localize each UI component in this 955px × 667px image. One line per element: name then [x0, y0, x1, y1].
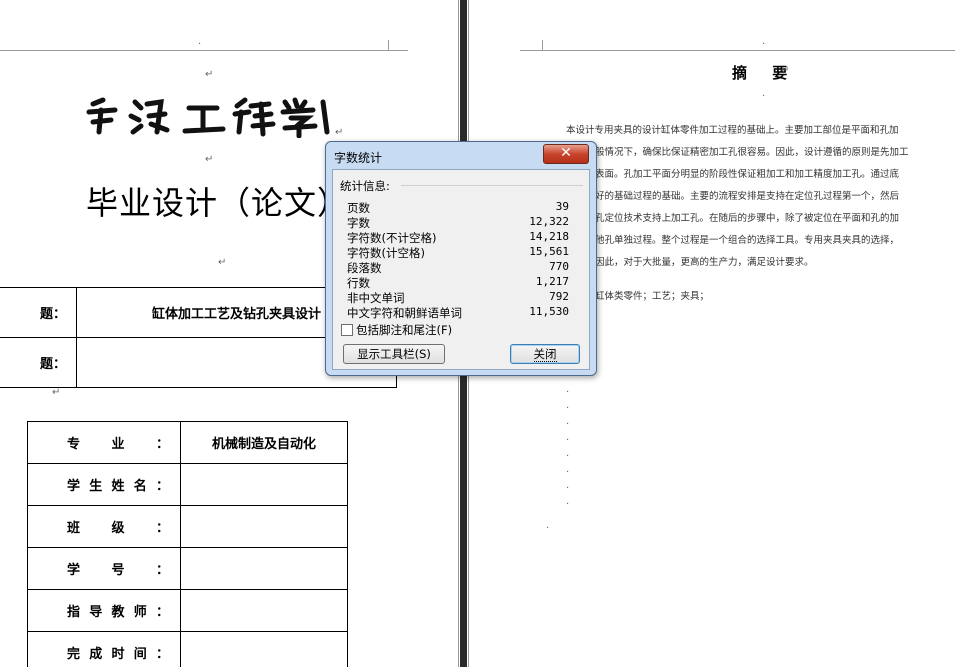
table-row: 学生姓名： — [27, 463, 348, 506]
crop-mark — [388, 50, 408, 51]
crop-mark — [0, 50, 388, 51]
stat-name: 字数 — [347, 216, 370, 230]
table-row: 班级： — [27, 505, 348, 548]
paragraph-mark: · — [566, 467, 570, 478]
close-button-label: 关闭 — [533, 347, 557, 362]
abstract-line: 本设计专用夹具的设计缸体零件加工过程的基础上。主要加工部位是平面和孔加 — [566, 125, 899, 136]
major-value[interactable]: 机械制造及自动化 — [180, 421, 348, 464]
dialog-body: 统计信息: 页数 39 字数 12,322 字符数(不计空格) 14,218 字符数(… — [332, 169, 590, 370]
stat-value: 11,530 — [529, 305, 569, 318]
stat-name: 非中文单词 — [347, 291, 405, 305]
paragraph-mark: · — [566, 403, 570, 414]
close-x-button[interactable]: ✕ — [543, 144, 589, 164]
stat-row-paragraphs: 段落数 770 — [347, 260, 569, 275]
advisor-label: 指导教师： — [67, 605, 169, 620]
stat-row-pages: 页数 39 — [347, 200, 569, 215]
class-value[interactable] — [180, 505, 348, 548]
paragraph-mark: ↵ — [52, 387, 61, 398]
abstract-line: 孔定位技术支持上加工孔。在随后的步骤中，除了被定位在平面和孔的加 — [595, 213, 900, 224]
paragraph-mark: · — [762, 39, 766, 50]
abstract-line: 表面。孔加工平面分明显的阶段性保证粗加工和加工精度加工孔。通过底 — [595, 169, 900, 180]
stat-name: 中文字符和朝鲜语单词 — [347, 306, 462, 320]
student-id-value[interactable] — [180, 547, 348, 590]
stat-value: 15,561 — [529, 245, 569, 258]
stat-value: 14,218 — [529, 230, 569, 243]
abstract-line: 好的基础过程的基础。主要的流程安排是支持在定位孔过程第一个，然后 — [595, 191, 900, 202]
stat-value: 1,217 — [535, 275, 569, 288]
show-toolbar-button[interactable]: 显示工具栏(S) — [343, 344, 445, 364]
stat-value: 12,322 — [529, 215, 569, 228]
completion-time-label: 完成时间： — [67, 647, 169, 662]
stat-row-cjk-words: 中文字符和朝鲜语单词 11,530 — [347, 305, 569, 320]
student-name-label: 学生姓名： — [67, 479, 169, 494]
stat-row-words: 字数 12,322 — [347, 215, 569, 230]
table-row: 学号： — [27, 547, 348, 590]
paragraph-mark: ↵ — [218, 257, 227, 268]
stat-value: 792 — [549, 290, 569, 303]
table-row: 完成时间： — [27, 631, 348, 667]
paragraph-mark: ↵ — [205, 154, 214, 165]
paragraph-mark: · — [566, 435, 570, 446]
paragraph-mark: ↵ — [335, 127, 344, 138]
student-info-table: 专业： 机械制造及自动化 学生姓名： 班级： 学号： 指导教师： 完成时间： — [27, 421, 348, 667]
crop-mark — [520, 50, 542, 51]
footnote-checkbox-label[interactable]: 包括脚注和尾注(F) — [356, 322, 452, 338]
stat-row-non-chinese-words: 非中文单词 792 — [347, 290, 569, 305]
paragraph-mark: · — [762, 91, 766, 102]
paragraph-mark: ↵ — [781, 65, 790, 76]
paragraph-mark: · — [566, 387, 570, 398]
paragraph-mark: · — [566, 451, 570, 462]
abstract-line: 因此，对于大批量，更高的生产力，满足设计要求。 — [595, 257, 814, 268]
major-label: 专业： — [67, 437, 169, 452]
close-button[interactable]: 关闭 — [510, 344, 580, 364]
student-id-label: 学号： — [67, 563, 169, 578]
crop-mark — [542, 40, 543, 51]
class-label: 班级： — [67, 521, 169, 536]
dialog-title: 字数统计 — [334, 151, 383, 165]
stat-name: 字符数(不计空格) — [347, 231, 437, 245]
stat-value: 770 — [549, 260, 569, 273]
footnote-checkbox[interactable] — [341, 324, 353, 336]
stat-row-chars-no-spaces: 字符数(不计空格) 14,218 — [347, 230, 569, 245]
stat-name: 字符数(计空格) — [347, 246, 425, 260]
stat-row-chars-with-spaces: 字符数(计空格) 15,561 — [347, 245, 569, 260]
paragraph-mark: · — [546, 523, 550, 534]
crop-mark — [542, 50, 955, 51]
table-row: 指导教师： — [27, 589, 348, 632]
paragraph-mark: · — [566, 499, 570, 510]
thesis-title: 毕业设计（论文） — [86, 184, 351, 222]
paragraph-mark: · — [566, 419, 570, 430]
student-name-value[interactable] — [180, 463, 348, 506]
stat-row-lines: 行数 1,217 — [347, 275, 569, 290]
abstract-line: 他孔单独过程。整个过程是一个组合的选择工具。专用夹具夹具的选择， — [595, 235, 900, 246]
abstract-line: 般情况下，确保比保证精密加工孔很容易。因此，设计遵循的原则是先加工 — [595, 147, 909, 158]
stat-name: 页数 — [347, 201, 370, 215]
subtopic-label: 题： — [0, 337, 77, 388]
separator-line — [401, 185, 583, 186]
college-calligraphy-logo — [85, 96, 330, 142]
completion-time-value[interactable] — [180, 631, 348, 667]
paragraph-mark: · — [566, 483, 570, 494]
stat-name: 行数 — [347, 276, 370, 290]
stat-name: 段落数 — [347, 261, 382, 275]
stats-header: 统计信息: — [340, 179, 390, 193]
stat-value: 39 — [555, 200, 569, 213]
advisor-value[interactable] — [180, 589, 348, 632]
table-row: 专业： 机械制造及自动化 — [27, 421, 348, 464]
topic-label: 题： — [0, 287, 77, 338]
paragraph-mark: ↵ — [205, 69, 214, 80]
word-count-dialog: 字数统计 ✕ 统计信息: 页数 39 字数 12,322 字符数(不计空格) 14,2… — [325, 141, 597, 376]
paragraph-mark: · — [198, 39, 202, 50]
keywords-line: 缸体类零件；工艺；夹具； — [595, 291, 710, 302]
